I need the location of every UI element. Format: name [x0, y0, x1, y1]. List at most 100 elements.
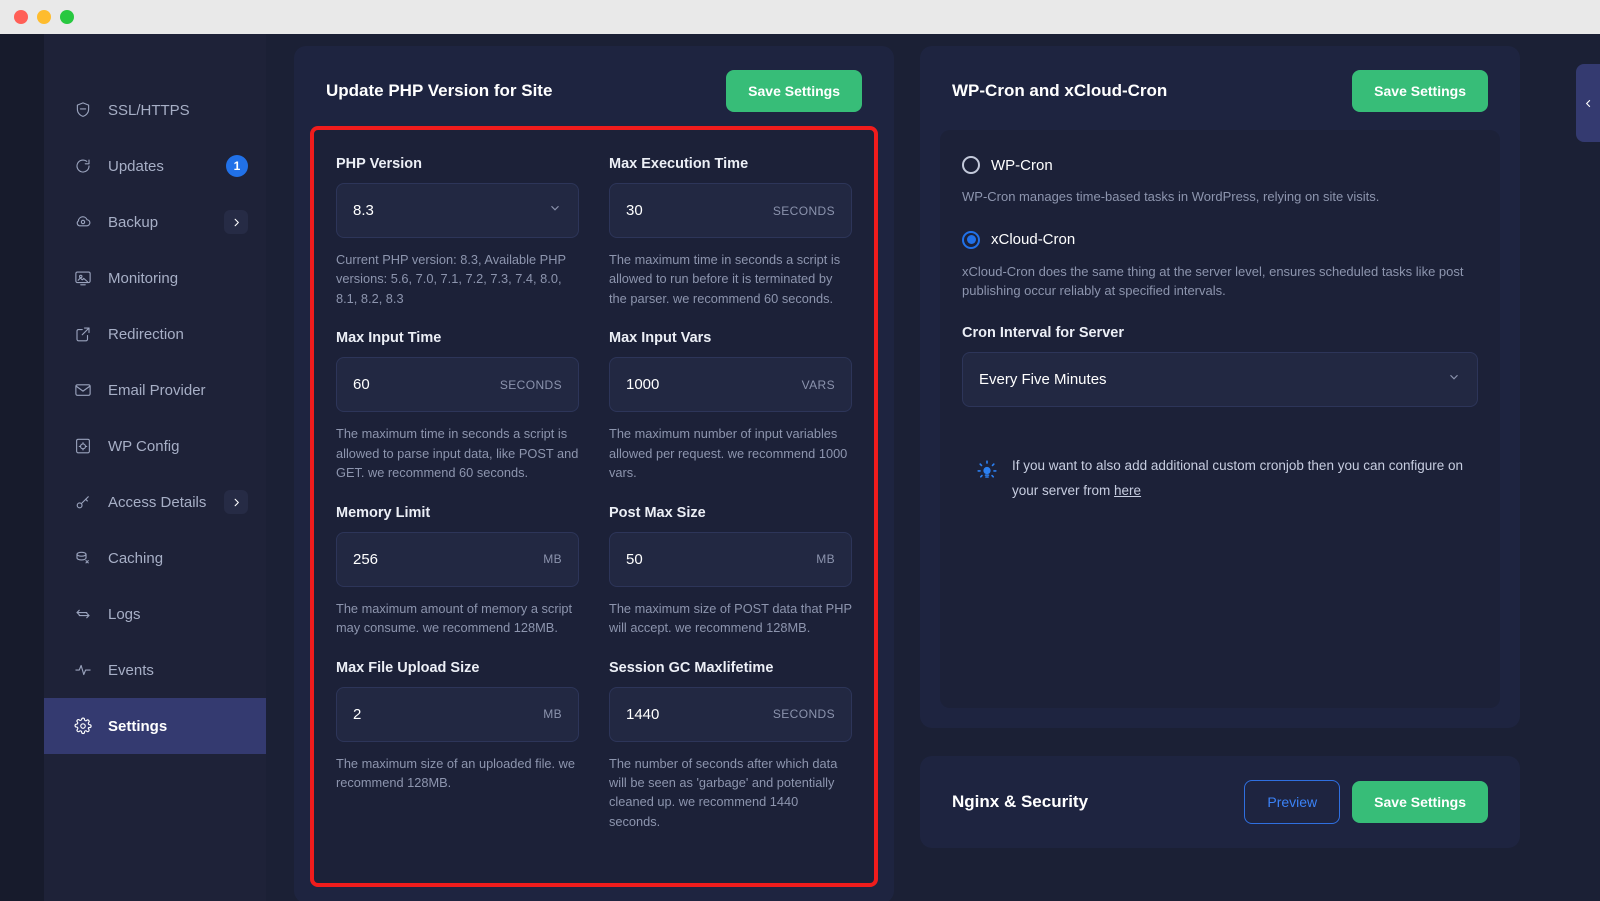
left-rail: [0, 34, 44, 901]
sidebar-item-settings[interactable]: Settings: [44, 698, 266, 754]
key-icon: [74, 493, 92, 511]
xcloud-cron-radio[interactable]: [962, 231, 980, 249]
collapse-panel-handle[interactable]: [1576, 64, 1600, 142]
nginx-card-title: Nginx & Security: [952, 792, 1088, 812]
php-version-field: PHP Version 8.3 Current PHP version: 8.3…: [336, 156, 579, 308]
max-execution-time-input[interactable]: 30 SECONDS: [609, 183, 852, 238]
cron-interval-select[interactable]: Every Five Minutes: [962, 352, 1478, 407]
wp-cron-radio[interactable]: [962, 156, 980, 174]
sidebar-item-label: Access Details: [108, 494, 208, 511]
sidebar-submenu-expand-button[interactable]: [224, 490, 248, 514]
php-settings-panel: PHP Version 8.3 Current PHP version: 8.3…: [314, 130, 874, 883]
wp-cron-label: WP-Cron: [991, 157, 1053, 174]
sidebar-item-monitoring[interactable]: Monitoring: [44, 250, 266, 306]
max-input-time-hint: The maximum time in seconds a script is …: [336, 424, 579, 482]
xcloud-cron-description: xCloud-Cron does the same thing at the s…: [962, 262, 1478, 301]
wp-cron-option[interactable]: WP-Cron: [962, 156, 1478, 174]
chevron-right-icon: [231, 217, 242, 228]
max-execution-time-hint: The maximum time in seconds a script is …: [609, 250, 852, 308]
memory-limit-value: 256: [353, 551, 543, 568]
max-input-time-input[interactable]: 60 SECONDS: [336, 357, 579, 412]
max-input-time-unit: SECONDS: [500, 378, 562, 392]
cron-interval-value: Every Five Minutes: [979, 371, 1447, 388]
max-execution-time-value: 30: [626, 202, 773, 219]
php-fields-grid: PHP Version 8.3 Current PHP version: 8.3…: [336, 156, 852, 853]
chevron-right-icon: [231, 497, 242, 508]
left-column: Update PHP Version for Site Save Setting…: [294, 46, 894, 901]
cronjob-here-link[interactable]: here: [1114, 483, 1141, 498]
php-card-header: Update PHP Version for Site Save Setting…: [314, 62, 874, 130]
cronjob-tip: If you want to also add additional custo…: [962, 453, 1478, 504]
sidebar-item-backup[interactable]: Backup: [44, 194, 266, 250]
shield-icon: [74, 101, 92, 119]
sidebar-item-label: Monitoring: [108, 270, 248, 287]
cronjob-tip-sentence: If you want to also add additional custo…: [1012, 458, 1463, 499]
post-max-size-hint: The maximum size of POST data that PHP w…: [609, 599, 852, 638]
cache-icon: [74, 549, 92, 567]
sidebar-item-redirection[interactable]: Redirection: [44, 306, 266, 362]
right-column: WP-Cron and xCloud-Cron Save Settings WP…: [920, 46, 1520, 901]
cron-interval-field: Cron Interval for Server Every Five Minu…: [962, 325, 1478, 407]
max-input-vars-value: 1000: [626, 376, 802, 393]
php-field-column-right: Max Execution Time 30 SECONDS The maximu…: [609, 156, 852, 853]
sidebar-submenu-expand-button[interactable]: [224, 210, 248, 234]
post-max-size-label: Post Max Size: [609, 505, 852, 521]
cron-card-title: WP-Cron and xCloud-Cron: [952, 81, 1167, 101]
max-file-upload-size-hint: The maximum size of an uploaded file. we…: [336, 754, 579, 793]
cronjob-tip-text: If you want to also add additional custo…: [1012, 453, 1478, 504]
xcloud-cron-option[interactable]: xCloud-Cron: [962, 231, 1478, 249]
sidebar-item-email-provider[interactable]: Email Provider: [44, 362, 266, 418]
close-window-button[interactable]: [14, 10, 28, 24]
max-input-vars-label: Max Input Vars: [609, 330, 852, 346]
max-input-vars-input[interactable]: 1000 VARS: [609, 357, 852, 412]
chevron-down-icon: [548, 201, 562, 220]
monitor-icon: [74, 269, 92, 287]
session-gc-maxlifetime-field: Session GC Maxlifetime 1440 SECONDS The …: [609, 660, 852, 832]
maximize-window-button[interactable]: [60, 10, 74, 24]
sidebar-item-ssl-https[interactable]: SSL/HTTPS: [44, 82, 266, 138]
php-version-card: Update PHP Version for Site Save Setting…: [294, 46, 894, 901]
session-gc-maxlifetime-input[interactable]: 1440 SECONDS: [609, 687, 852, 742]
sidebar-item-caching[interactable]: Caching: [44, 530, 266, 586]
envelope-icon: [74, 381, 92, 399]
php-version-hint: Current PHP version: 8.3, Available PHP …: [336, 250, 579, 308]
php-version-label: PHP Version: [336, 156, 579, 172]
max-input-time-label: Max Input Time: [336, 330, 579, 346]
wp-cron-description: WP-Cron manages time-based tasks in Word…: [962, 187, 1478, 207]
sidebar-item-badge: 1: [226, 155, 248, 177]
app-window: SSL/HTTPS Updates 1 Backup Monitoring Redirec…: [0, 34, 1600, 901]
php-card-title: Update PHP Version for Site: [326, 81, 552, 101]
session-gc-maxlifetime-unit: SECONDS: [773, 707, 835, 721]
sidebar-item-access-details[interactable]: Access Details: [44, 474, 266, 530]
post-max-size-input[interactable]: 50 MB: [609, 532, 852, 587]
sidebar-item-label: Events: [108, 662, 248, 679]
php-field-column-left: PHP Version 8.3 Current PHP version: 8.3…: [336, 156, 579, 853]
minimize-window-button[interactable]: [37, 10, 51, 24]
max-file-upload-size-input[interactable]: 2 MB: [336, 687, 579, 742]
php-save-settings-button[interactable]: Save Settings: [726, 70, 862, 112]
cloud-icon: [74, 213, 92, 231]
max-execution-time-field: Max Execution Time 30 SECONDS The maximu…: [609, 156, 852, 308]
memory-limit-input[interactable]: 256 MB: [336, 532, 579, 587]
chevron-down-icon: [1447, 370, 1461, 389]
php-version-select[interactable]: 8.3: [336, 183, 579, 238]
post-max-size-field: Post Max Size 50 MB The maximum size of …: [609, 505, 852, 638]
sidebar-item-events[interactable]: Events: [44, 642, 266, 698]
cron-save-settings-button[interactable]: Save Settings: [1352, 70, 1488, 112]
max-input-time-field: Max Input Time 60 SECONDS The maximum ti…: [336, 330, 579, 482]
sidebar-item-label: Caching: [108, 550, 248, 567]
nginx-preview-button[interactable]: Preview: [1244, 780, 1340, 824]
sidebar-item-label: WP Config: [108, 438, 248, 455]
sidebar-item-updates[interactable]: Updates 1: [44, 138, 266, 194]
max-file-upload-size-value: 2: [353, 706, 543, 723]
cron-card: WP-Cron and xCloud-Cron Save Settings WP…: [920, 46, 1520, 728]
nginx-save-settings-button[interactable]: Save Settings: [1352, 781, 1488, 823]
memory-limit-field: Memory Limit 256 MB The maximum amount o…: [336, 505, 579, 638]
memory-limit-label: Memory Limit: [336, 505, 579, 521]
memory-limit-unit: MB: [543, 552, 562, 566]
sidebar-item-logs[interactable]: Logs: [44, 586, 266, 642]
sidebar-item-wp-config[interactable]: WP Config: [44, 418, 266, 474]
sidebar-item-label: Logs: [108, 606, 248, 623]
sidebar-item-label: Updates: [108, 158, 210, 175]
nginx-card-header: Nginx & Security Preview Save Settings: [940, 772, 1500, 832]
